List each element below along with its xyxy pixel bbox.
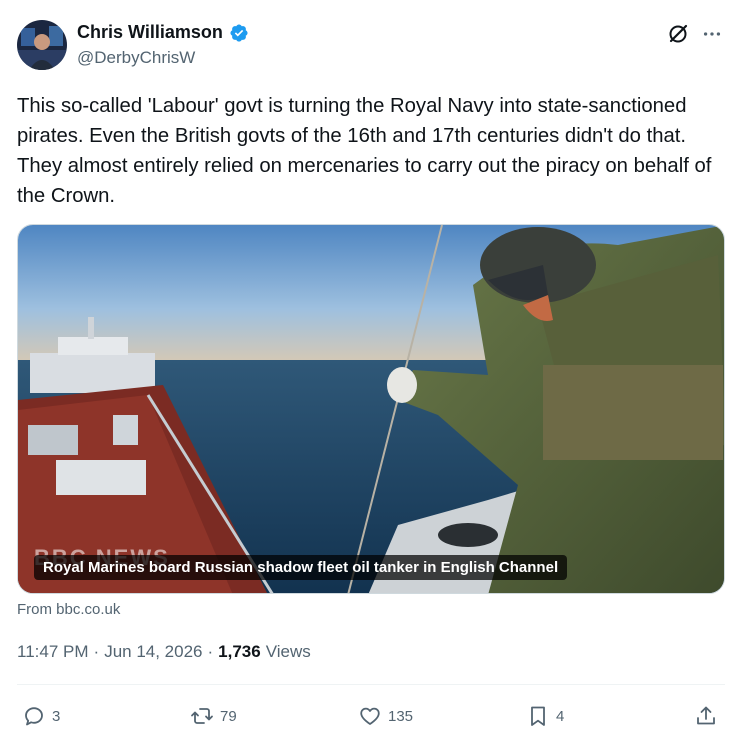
meta-separator: · [207, 642, 214, 661]
divider [17, 684, 725, 685]
tweet-time[interactable]: 11:47 PM [17, 642, 89, 662]
reply-icon [25, 707, 43, 726]
tweet-meta: 11:47 PM · Jun 14, 2026 · 1,736 Views [17, 642, 311, 662]
bookmark-icon [531, 706, 545, 726]
tweet-date[interactable]: Jun 14, 2026 [104, 642, 202, 662]
tweet-card: Chris Williamson @DerbyChrisW This so-ca… [0, 0, 742, 745]
bookmark-count: 4 [556, 707, 565, 725]
repost-button[interactable]: 79 [190, 700, 237, 732]
bookmark-button[interactable]: 4 [526, 700, 564, 732]
repost-count: 79 [220, 707, 237, 725]
like-button[interactable]: 135 [358, 700, 413, 732]
media-caption: Royal Marines board Russian shadow fleet… [34, 555, 568, 580]
link-source[interactable]: From bbc.co.uk [17, 601, 120, 618]
views-label: Views [265, 642, 311, 661]
share-icon [697, 706, 715, 725]
verified-badge-icon[interactable] [229, 23, 249, 43]
heart-icon [360, 707, 380, 725]
like-count: 135 [388, 707, 414, 725]
share-button[interactable] [694, 700, 718, 732]
tweet-text: This so-called 'Labour' govt is turning … [17, 95, 712, 207]
grok-icon[interactable] [666, 22, 690, 46]
reply-button[interactable]: 3 [22, 700, 60, 732]
meta-separator: · [93, 642, 100, 661]
author-display-name[interactable]: Chris Williamson [77, 22, 223, 43]
more-icon[interactable] [700, 22, 724, 46]
link-card-media[interactable]: BBC NEWS Royal Marines board Russian sha… [17, 224, 725, 594]
views-count: 1,736 [218, 642, 261, 661]
repost-icon [191, 708, 213, 724]
news-photo [18, 225, 724, 593]
reply-count: 3 [52, 707, 61, 725]
avatar[interactable] [17, 20, 67, 70]
action-bar: 3 79 135 4 [0, 700, 742, 732]
author-name-row: Chris Williamson [77, 22, 249, 43]
author-handle[interactable]: @DerbyChrisW [77, 48, 195, 68]
